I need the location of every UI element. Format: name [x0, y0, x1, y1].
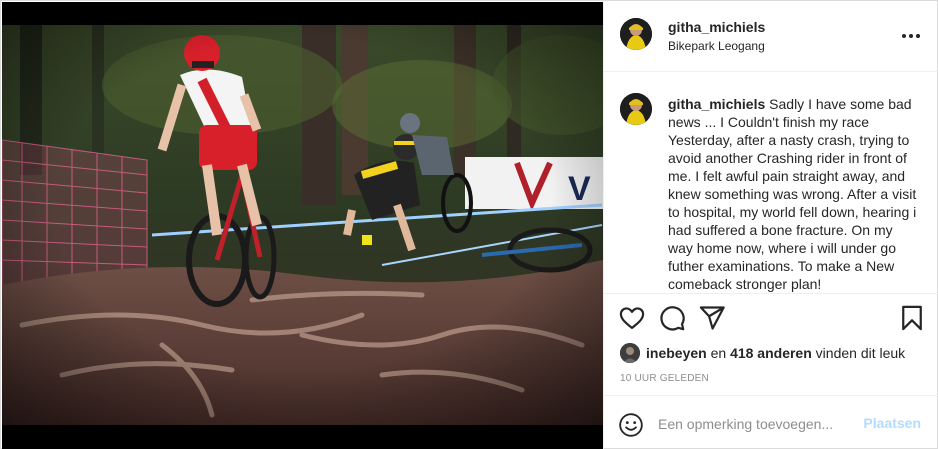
post-comment-button[interactable]: Plaatsen: [863, 415, 921, 431]
likes-suffix: vinden dit leuk: [811, 345, 906, 361]
heart-icon[interactable]: [618, 304, 648, 334]
comment-input[interactable]: [658, 411, 858, 437]
post-header: githa_michiels Bikepark Leogang: [604, 1, 938, 72]
liker-avatar[interactable]: [620, 343, 640, 363]
send-icon[interactable]: [698, 304, 728, 334]
likes-connector: en: [706, 345, 731, 361]
post-side-panel: githa_michiels Bikepark Leogang githa_mi…: [603, 1, 938, 449]
likes-summary: inebeyen en 418 anderen vinden dit leuk: [620, 343, 905, 363]
avatar-image: [620, 93, 652, 125]
add-comment-bar: Plaatsen: [604, 395, 938, 449]
bookmark-icon[interactable]: [898, 304, 928, 334]
header-username[interactable]: githa_michiels: [668, 19, 765, 35]
likes-others-link[interactable]: 418 anderen: [730, 345, 812, 361]
avatar-image: [620, 18, 652, 50]
liker-username[interactable]: inebeyen: [646, 345, 707, 361]
caption-username[interactable]: githa_michiels: [668, 96, 765, 112]
caption-author-avatar[interactable]: [620, 93, 652, 125]
author-avatar[interactable]: [620, 18, 652, 50]
caption-text: githa_michiels Sadly I have some bad new…: [668, 95, 918, 293]
post-photo[interactable]: V: [2, 2, 603, 449]
post-dialog: V: [0, 0, 938, 449]
caption-body: Sadly I have some bad news ... I Couldn'…: [668, 96, 917, 292]
comment-icon[interactable]: [658, 304, 688, 334]
header-location[interactable]: Bikepark Leogang: [668, 39, 765, 53]
smiley-icon[interactable]: [618, 412, 644, 438]
action-section: inebeyen en 418 anderen vinden dit leuk …: [604, 293, 938, 449]
caption-section: githa_michiels Sadly I have some bad new…: [604, 73, 938, 293]
more-horizontal-icon[interactable]: [899, 26, 923, 46]
race-photo-illustration: V: [2, 25, 603, 425]
post-timestamp[interactable]: 10 uur geleden: [620, 373, 709, 384]
